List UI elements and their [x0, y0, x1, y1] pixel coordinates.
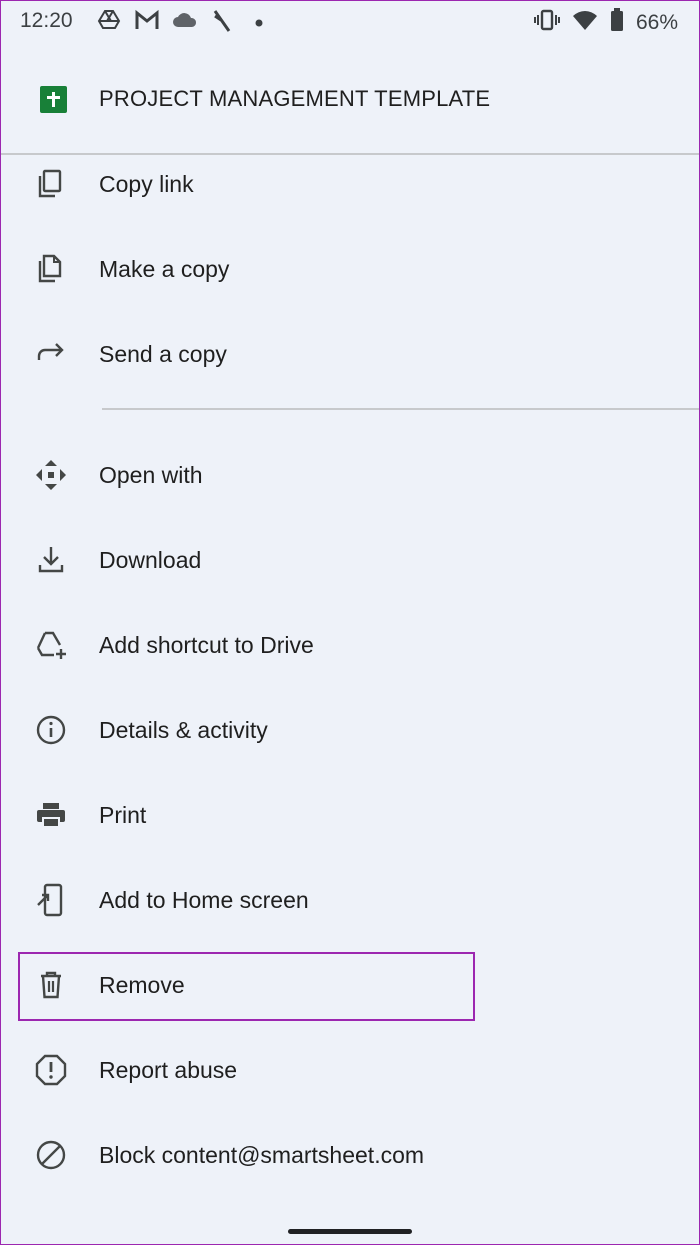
battery-icon: [610, 8, 624, 37]
menu-item-block[interactable]: Block content@smartsheet.com: [0, 1120, 700, 1190]
menu-item-copy-link[interactable]: Copy link: [0, 149, 700, 219]
drive-icon: [97, 8, 121, 37]
menu-item-label: Block content@smartsheet.com: [99, 1142, 425, 1168]
status-right: 66%: [533, 8, 678, 37]
menu-item-open-with[interactable]: Open with: [0, 440, 700, 510]
make-copy-icon: [34, 252, 68, 286]
gmail-icon: [134, 8, 160, 37]
gesture-nav-handle[interactable]: [288, 1229, 412, 1234]
menu-item-label: Download: [99, 547, 202, 573]
block-icon: [34, 1138, 68, 1172]
battery-percent: 66%: [635, 10, 678, 34]
print-icon: [34, 798, 68, 832]
menu-item-label: Remove: [99, 972, 185, 998]
drive-add-icon: [34, 628, 68, 662]
info-icon: [34, 713, 68, 747]
status-time: 12:20: [20, 9, 73, 32]
menu-item-label: Send a copy: [99, 341, 227, 367]
section-divider: [102, 408, 700, 410]
menu-item-label: Open with: [99, 462, 203, 488]
menu-item-label: Details & activity: [99, 717, 268, 743]
status-bar: 12:20 66%: [0, 0, 700, 44]
menu-item-label: Add shortcut to Drive: [99, 632, 314, 658]
menu-item-print[interactable]: Print: [0, 780, 700, 850]
menu-item-label: Add to Home screen: [99, 887, 309, 913]
menu-item-label: Report abuse: [99, 1057, 238, 1083]
copy-link-icon: [34, 167, 68, 201]
google-sheets-icon: [40, 86, 67, 113]
file-name: PROJECT MANAGEMENT TEMPLATE: [99, 86, 491, 111]
share-arrow-icon: [34, 337, 68, 371]
menu-item-add-home[interactable]: Add to Home screen: [0, 865, 700, 935]
menu-item-download[interactable]: Download: [0, 525, 700, 595]
menu-item-label: Copy link: [99, 171, 194, 197]
wifi-icon: [572, 9, 598, 36]
menu-item-report-abuse[interactable]: Report abuse: [0, 1035, 700, 1105]
sheet-header: PROJECT MANAGEMENT TEMPLATE: [0, 58, 700, 154]
vibrate-icon: [533, 8, 560, 37]
menu-item-remove[interactable]: Remove: [0, 950, 700, 1020]
add-home-screen-icon: [34, 883, 68, 917]
cloud-icon: [171, 8, 199, 37]
menu-item-add-shortcut[interactable]: Add shortcut to Drive: [0, 610, 700, 680]
report-icon: [34, 1053, 68, 1087]
menu-item-make-copy[interactable]: Make a copy: [0, 234, 700, 304]
download-icon: [34, 543, 68, 577]
menu-item-details[interactable]: Details & activity: [0, 695, 700, 765]
menu-item-label: Make a copy: [99, 256, 230, 282]
signal-mute-icon: [211, 8, 233, 39]
menu-item-send-copy[interactable]: Send a copy: [0, 319, 700, 389]
dot-icon: [254, 15, 264, 33]
trash-icon: [34, 968, 68, 1002]
open-with-icon: [34, 458, 68, 492]
menu-item-label: Print: [99, 802, 147, 828]
